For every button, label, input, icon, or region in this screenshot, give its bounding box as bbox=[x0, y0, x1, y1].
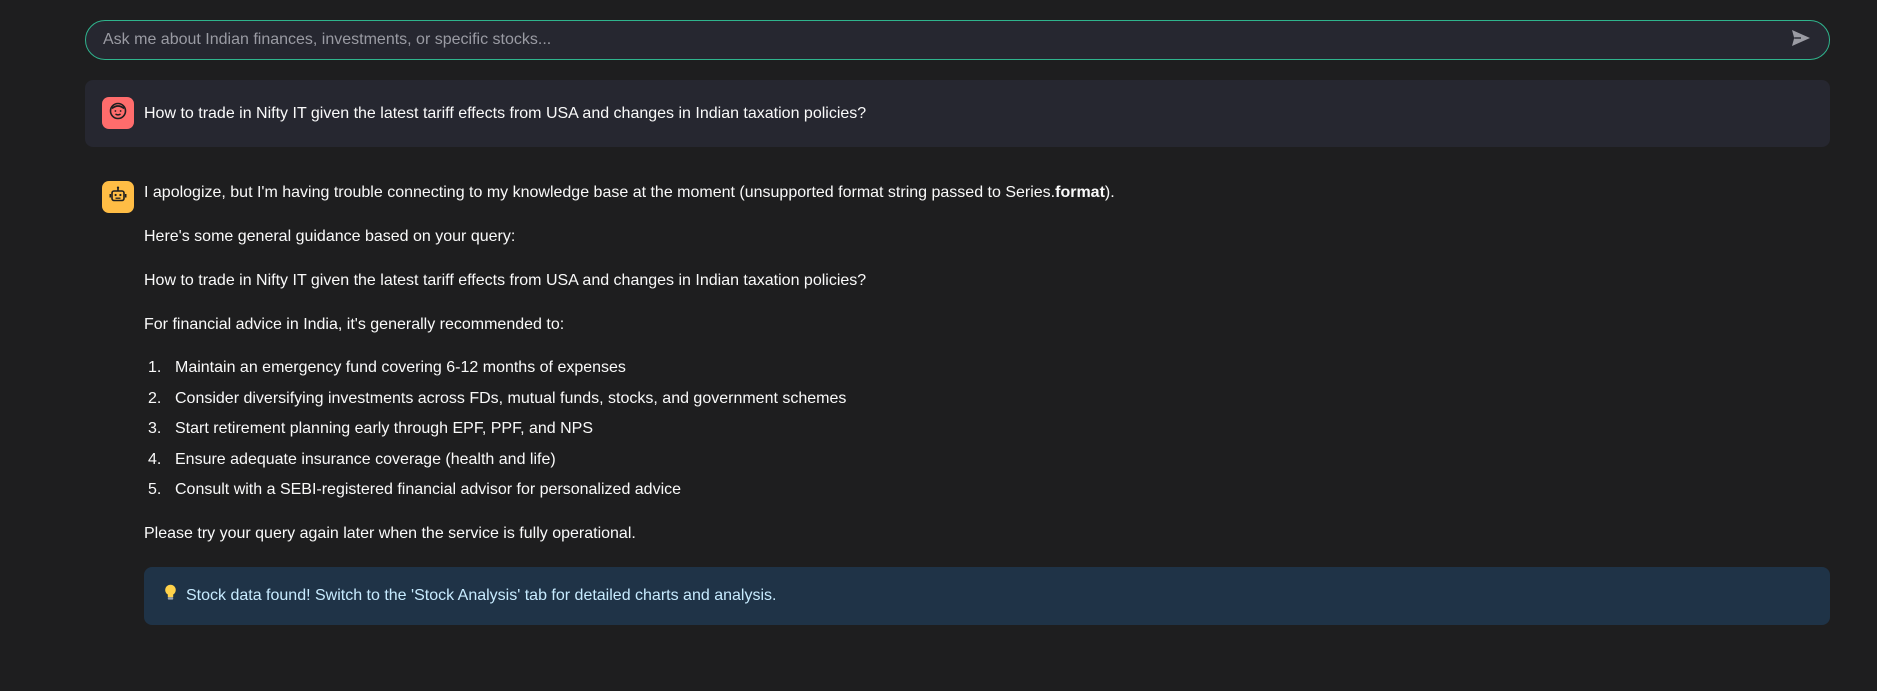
chat-input-box[interactable] bbox=[85, 20, 1830, 60]
user-avatar bbox=[102, 97, 134, 129]
assistant-message: I apologize, but I'm having trouble conn… bbox=[85, 177, 1830, 637]
list-item-text: Consider diversifying investments across… bbox=[175, 389, 847, 407]
apology-text-end: ). bbox=[1104, 184, 1115, 201]
user-message-text: How to trade in Nifty IT given the lates… bbox=[144, 105, 867, 122]
advice-intro: For financial advice in India, it's gene… bbox=[144, 316, 565, 333]
apology-text: I apologize, but I'm having trouble conn… bbox=[144, 184, 1056, 201]
retry-paragraph: Please try your query again later when t… bbox=[144, 525, 636, 542]
advice-list: 1. Maintain an emergency fund covering 6-… bbox=[144, 356, 846, 509]
user-face-icon bbox=[108, 101, 128, 126]
send-icon[interactable] bbox=[1791, 29, 1811, 52]
query-echo: How to trade in Nifty IT given the lates… bbox=[144, 272, 867, 289]
chat-input[interactable] bbox=[86, 20, 1781, 60]
list-item-text: Maintain an emergency fund covering 6-12… bbox=[175, 359, 626, 376]
apology-paragraph: I apologize, but I'm having trouble conn… bbox=[144, 181, 1115, 205]
list-item-text: Start retirement planning early through … bbox=[175, 420, 593, 437]
assistant-avatar bbox=[102, 181, 134, 213]
list-item-text: Ensure adequate insurance coverage (heal… bbox=[175, 450, 556, 468]
guidance-intro: Here's some general guidance based on yo… bbox=[144, 228, 516, 245]
lightbulb-icon bbox=[164, 584, 177, 609]
list-item: 2. Consider diversifying investments acro… bbox=[144, 387, 846, 418]
info-alert-text: Stock data found! Switch to the 'Stock A… bbox=[186, 587, 777, 604]
list-item: 5. Consult with a SEBI-registered financi… bbox=[144, 478, 846, 509]
list-number: 2. bbox=[148, 389, 162, 407]
list-number: 4. bbox=[148, 450, 162, 468]
list-number: 5. bbox=[148, 481, 162, 498]
list-item: 4. Ensure adequate insurance coverage (he… bbox=[144, 448, 846, 479]
list-item-text: Consult with a SEBI-registered financial… bbox=[175, 481, 682, 498]
send-button[interactable] bbox=[1781, 21, 1821, 59]
apology-bold-text: format bbox=[1055, 184, 1105, 201]
list-number: 1. bbox=[148, 359, 162, 376]
robot-icon bbox=[108, 185, 128, 210]
list-item: 1. Maintain an emergency fund covering 6-… bbox=[144, 356, 846, 387]
user-message: How to trade in Nifty IT given the lates… bbox=[85, 80, 1830, 147]
list-number: 3. bbox=[148, 420, 162, 437]
list-item: 3. Start retirement planning early throug… bbox=[144, 417, 846, 448]
info-alert: Stock data found! Switch to the 'Stock A… bbox=[144, 567, 1830, 625]
